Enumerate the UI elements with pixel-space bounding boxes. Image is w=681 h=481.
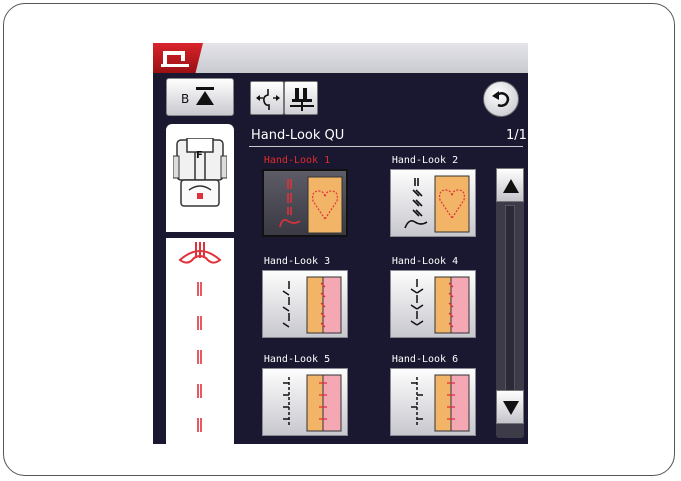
pattern-button-1[interactable] bbox=[262, 169, 348, 237]
pattern-label: Hand-Look 4 bbox=[391, 256, 459, 267]
pattern-button-3[interactable] bbox=[262, 270, 348, 338]
top-status-bar bbox=[153, 43, 528, 73]
edge-quilt-stitch-icon bbox=[282, 276, 342, 334]
arrow-up-icon bbox=[503, 179, 519, 193]
stitch-preview-graphic bbox=[178, 242, 222, 432]
pattern-label: Hand-Look 5 bbox=[263, 354, 331, 365]
pattern-button-4[interactable] bbox=[390, 270, 476, 338]
presser-foot-pressure-icon bbox=[290, 88, 314, 111]
needle-position-button[interactable] bbox=[284, 81, 318, 115]
title-divider bbox=[249, 146, 523, 147]
pattern-button-6[interactable] bbox=[390, 368, 476, 436]
pattern-label: Hand-Look 6 bbox=[391, 354, 459, 365]
pattern-button-2[interactable] bbox=[390, 169, 476, 237]
pattern-label: Hand-Look 2 bbox=[391, 155, 459, 166]
page-indicator: 1/1 bbox=[506, 128, 527, 143]
edge-quilt-stitch-icon bbox=[411, 374, 470, 432]
presser-foot-button[interactable]: B bbox=[166, 78, 234, 116]
pattern-button-5[interactable] bbox=[262, 368, 348, 436]
heart-quilt-stitch-icon bbox=[279, 176, 343, 234]
scroll-down-button[interactable] bbox=[496, 390, 524, 424]
machine-mode-tab[interactable] bbox=[153, 43, 203, 73]
scroll-up-button[interactable] bbox=[496, 168, 524, 202]
sewing-machine-icon bbox=[161, 51, 189, 67]
width-adjust-icon bbox=[256, 89, 280, 110]
presser-foot-display: F bbox=[166, 124, 234, 232]
pattern-group-title: Hand-Look QU bbox=[251, 128, 345, 143]
stitch-adjust-button[interactable] bbox=[250, 81, 284, 115]
arrow-down-icon bbox=[503, 401, 519, 415]
scrollbar-thumb[interactable] bbox=[505, 205, 515, 401]
edge-quilt-stitch-icon bbox=[283, 374, 342, 432]
needle-up-icon bbox=[196, 87, 214, 105]
lcd-screen: B F Hand-Look QU 1/1 Hand-Look 1 Hand-Lo… bbox=[153, 43, 528, 444]
foot-button-letter: B bbox=[181, 92, 190, 106]
pattern-label: Hand-Look 3 bbox=[263, 256, 331, 267]
back-arrow-icon bbox=[492, 91, 510, 107]
foot-letter: F bbox=[196, 150, 203, 161]
pattern-label: Hand-Look 1 bbox=[263, 155, 331, 166]
back-button[interactable] bbox=[483, 81, 519, 117]
left-column: B F bbox=[163, 78, 239, 444]
heart-quilt-stitch-icon bbox=[404, 175, 470, 233]
edge-quilt-stitch-icon bbox=[410, 276, 470, 334]
stitch-preview bbox=[166, 238, 234, 444]
